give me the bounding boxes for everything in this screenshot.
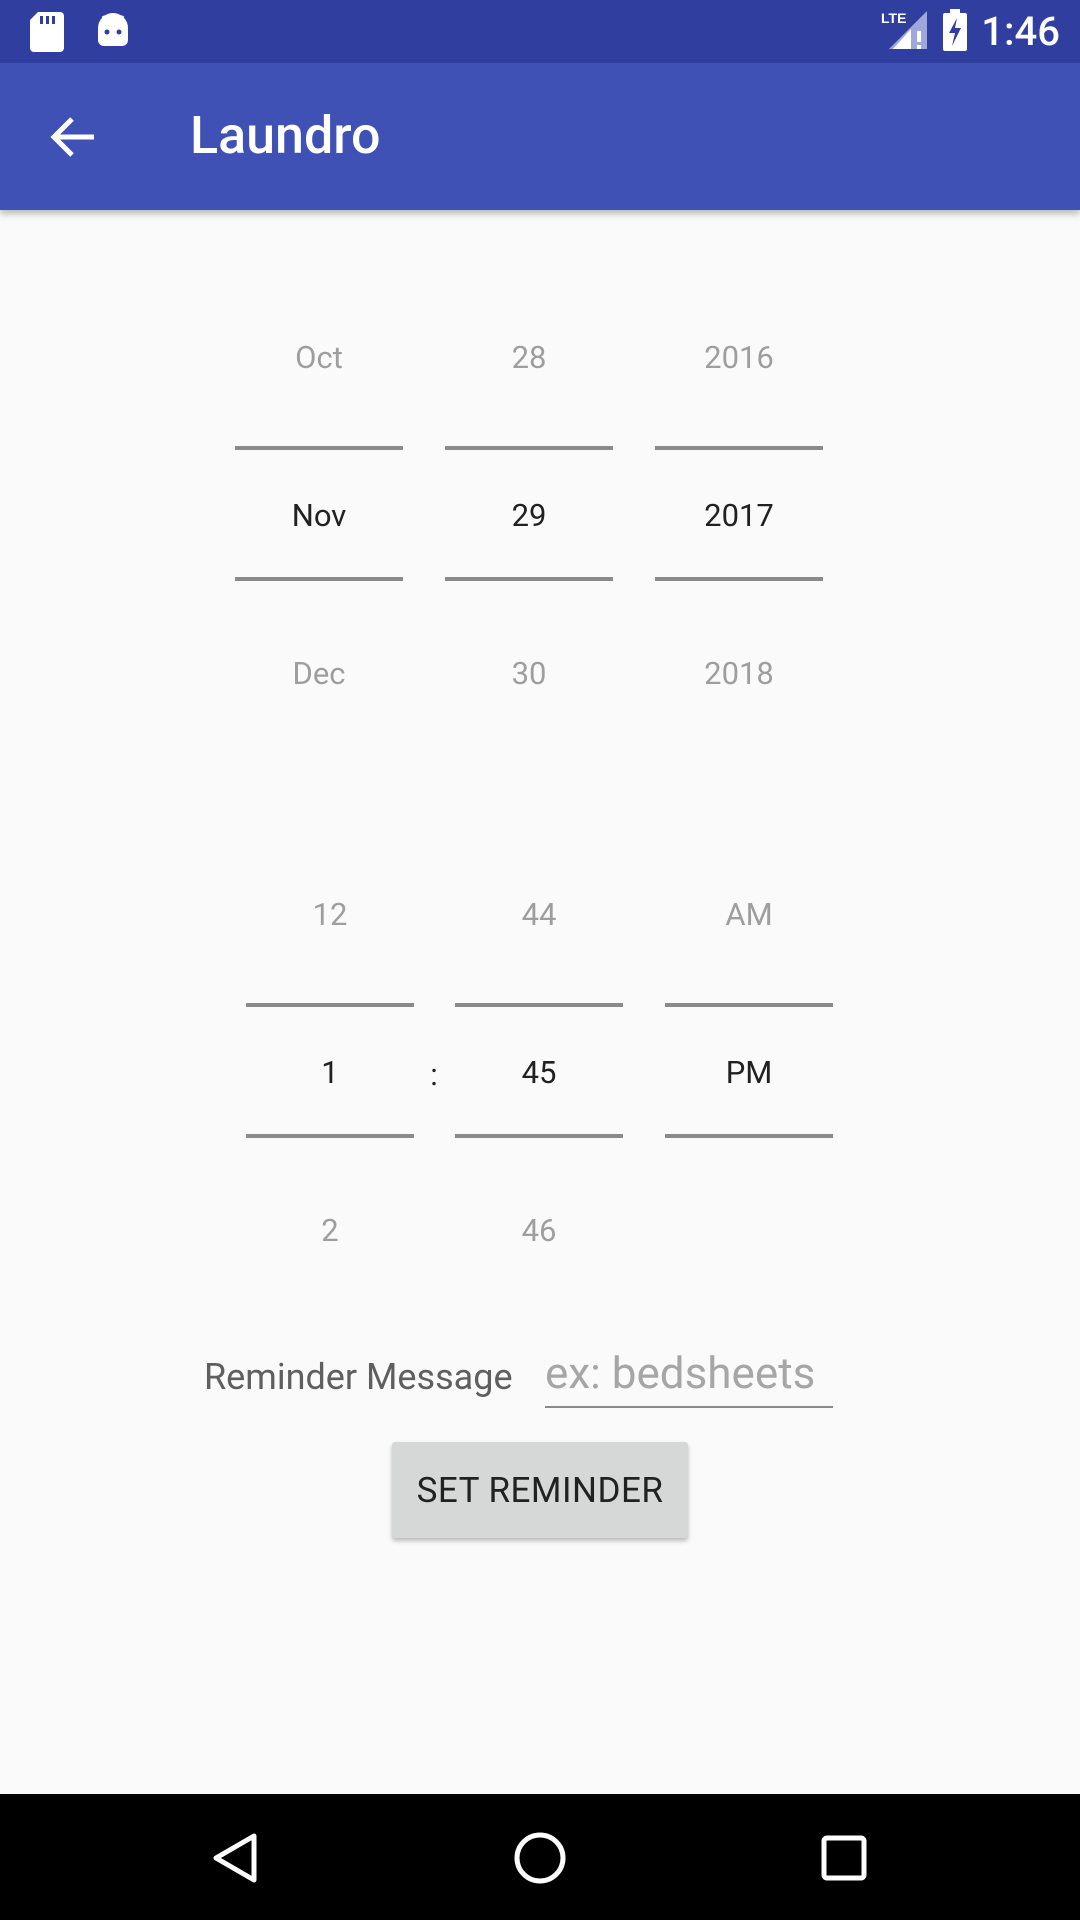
arrow-back-icon[interactable]: [46, 109, 102, 165]
hour-next[interactable]: 2: [246, 1211, 414, 1251]
year-prev[interactable]: 2016: [655, 338, 823, 378]
ampm-selected[interactable]: PM: [665, 1053, 833, 1093]
month-selected[interactable]: Nov: [235, 496, 403, 536]
app-bar: Laundro: [0, 63, 1080, 210]
reminder-message-label: Reminder Message: [204, 1356, 513, 1398]
year-divider-top: [655, 446, 823, 450]
lte-signal-icon: LTE: [881, 9, 929, 55]
android-icon: [96, 12, 130, 56]
minute-prev[interactable]: 44: [455, 895, 623, 935]
status-time: 1:46: [981, 8, 1060, 55]
time-separator: :: [430, 1056, 438, 1093]
ampm-divider-top: [665, 1003, 833, 1007]
app-title: Laundro: [190, 105, 381, 166]
hour-selected[interactable]: 1: [246, 1053, 414, 1093]
hour-prev[interactable]: 12: [246, 895, 414, 935]
svg-text:LTE: LTE: [881, 10, 906, 26]
month-divider-top: [235, 446, 403, 450]
hour-divider-bottom: [246, 1134, 414, 1138]
home-circle-icon[interactable]: [512, 1830, 568, 1886]
month-next[interactable]: Dec: [235, 654, 403, 694]
minute-divider-bottom: [455, 1134, 623, 1138]
battery-charging-icon: [943, 9, 968, 55]
year-divider-bottom: [655, 577, 823, 581]
recents-square-icon[interactable]: [816, 1830, 872, 1886]
minute-next[interactable]: 46: [455, 1211, 623, 1251]
minute-divider-top: [455, 1003, 623, 1007]
status-bar: LTE 1:46: [0, 0, 1080, 63]
day-selected[interactable]: 29: [445, 496, 613, 536]
back-triangle-icon[interactable]: [208, 1830, 264, 1886]
sd-card-icon: [30, 12, 64, 56]
ampm-prev[interactable]: AM: [665, 895, 833, 935]
day-divider-bottom: [445, 577, 613, 581]
reminder-message-input[interactable]: [545, 1340, 833, 1408]
navigation-bar: [0, 1794, 1080, 1920]
month-prev[interactable]: Oct: [235, 338, 403, 378]
year-next[interactable]: 2018: [655, 654, 823, 694]
minute-selected[interactable]: 45: [455, 1053, 623, 1093]
hour-divider-top: [246, 1003, 414, 1007]
day-divider-top: [445, 446, 613, 450]
set-reminder-button[interactable]: SET REMINDER: [392, 1442, 688, 1538]
day-prev[interactable]: 28: [445, 338, 613, 378]
ampm-divider-bottom: [665, 1134, 833, 1138]
month-divider-bottom: [235, 577, 403, 581]
year-selected[interactable]: 2017: [655, 496, 823, 536]
day-next[interactable]: 30: [445, 654, 613, 694]
